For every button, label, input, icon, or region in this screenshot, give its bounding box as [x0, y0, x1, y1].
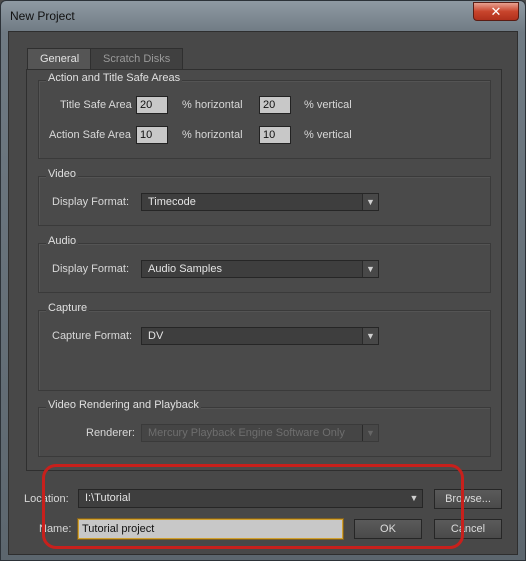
title-safe-horizontal-input[interactable]: 20: [136, 96, 168, 114]
location-label: Location:: [24, 493, 69, 505]
title-bar[interactable]: New Project ✕: [1, 1, 525, 31]
title-safe-label: Title Safe Area: [60, 99, 132, 111]
location-value: I:\Tutorial: [85, 492, 131, 504]
rendering-group-title: Video Rendering and Playback: [46, 399, 201, 411]
rendering-group: Video Rendering and Playback Renderer: M…: [38, 399, 491, 457]
browse-button[interactable]: Browse...: [434, 489, 502, 509]
capture-format-select[interactable]: DV ▼: [141, 327, 379, 345]
capture-format-value: DV: [148, 330, 164, 342]
tab-general-label: General: [40, 53, 80, 65]
dialog-body: General Scratch Disks Action and Title S…: [8, 31, 518, 555]
capture-format-label: Capture Format:: [52, 330, 133, 342]
capture-group: Capture Capture Format: DV ▼: [38, 302, 491, 391]
action-vertical-unit: % vertical: [304, 129, 352, 141]
chevron-down-icon: ▼: [362, 261, 378, 277]
video-display-format-select[interactable]: Timecode ▼: [141, 193, 379, 211]
name-label: Name:: [39, 523, 72, 535]
audio-display-format-label: Display Format:: [52, 263, 130, 275]
chevron-down-icon: ▼: [362, 194, 378, 210]
location-select[interactable]: I:\Tutorial ▼: [78, 489, 423, 508]
title-safe-vertical-input[interactable]: 20: [259, 96, 291, 114]
safe-areas-group: Action and Title Safe Areas Title Safe A…: [38, 72, 491, 159]
audio-display-format-value: Audio Samples: [148, 263, 222, 275]
chevron-down-icon: ▼: [362, 328, 378, 344]
cancel-button[interactable]: Cancel: [434, 519, 502, 539]
general-panel: Action and Title Safe Areas Title Safe A…: [26, 69, 502, 471]
safe-areas-group-title: Action and Title Safe Areas: [46, 72, 183, 84]
audio-group-title: Audio: [46, 235, 79, 247]
ok-button[interactable]: OK: [354, 519, 422, 539]
video-group: Video Display Format: Timecode ▼: [38, 168, 491, 226]
window-title: New Project: [10, 9, 75, 23]
chevron-down-icon: ▼: [362, 425, 378, 441]
title-vertical-unit: % vertical: [304, 99, 352, 111]
title-horizontal-unit: % horizontal: [182, 99, 243, 111]
action-safe-horizontal-input[interactable]: 10: [136, 126, 168, 144]
renderer-select: Mercury Playback Engine Software Only ▼: [141, 424, 379, 442]
video-display-format-label: Display Format:: [52, 196, 130, 208]
new-project-window: New Project ✕ General Scratch Disks Acti…: [0, 0, 526, 561]
tab-general[interactable]: General: [27, 48, 93, 70]
audio-group: Audio Display Format: Audio Samples ▼: [38, 235, 491, 293]
action-horizontal-unit: % horizontal: [182, 129, 243, 141]
audio-display-format-select[interactable]: Audio Samples ▼: [141, 260, 379, 278]
name-input[interactable]: Tutorial project: [78, 519, 343, 539]
action-safe-vertical-input[interactable]: 10: [259, 126, 291, 144]
chevron-down-icon: ▼: [409, 493, 419, 503]
capture-group-title: Capture: [46, 302, 90, 314]
tab-scratch-disks[interactable]: Scratch Disks: [90, 48, 184, 69]
renderer-label: Renderer:: [86, 427, 135, 439]
close-icon: ✕: [490, 4, 502, 19]
action-safe-label: Action Safe Area: [49, 129, 131, 141]
video-group-title: Video: [46, 168, 78, 180]
renderer-value: Mercury Playback Engine Software Only: [148, 427, 345, 439]
video-display-format-value: Timecode: [148, 196, 196, 208]
tab-scratch-disks-label: Scratch Disks: [103, 53, 171, 65]
close-button[interactable]: ✕: [473, 2, 519, 21]
